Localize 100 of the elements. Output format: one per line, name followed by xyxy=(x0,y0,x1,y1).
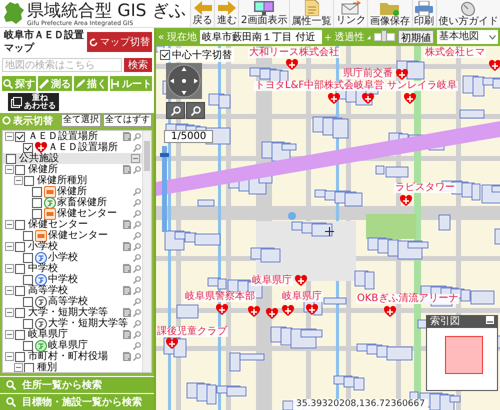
search-icon[interactable] xyxy=(133,308,141,316)
aed-marker-icon[interactable] xyxy=(362,93,374,105)
document-icon[interactable] xyxy=(123,352,131,361)
search-icon[interactable] xyxy=(133,254,141,262)
aed-marker-icon[interactable] xyxy=(404,93,416,105)
collapse-toggle[interactable] xyxy=(14,176,23,185)
zoom-slider[interactable] xyxy=(162,146,167,232)
toolbar-button[interactable]: 使い方ガイド xyxy=(436,0,500,27)
checkbox[interactable] xyxy=(6,154,16,164)
search-icon[interactable] xyxy=(133,132,141,140)
location-field[interactable]: 岐阜市藪田南１丁目 付近 xyxy=(200,30,322,44)
search-icon[interactable] xyxy=(133,210,141,218)
overlay-button[interactable]: 重ね あわせる xyxy=(8,93,59,111)
aed-marker-icon[interactable] xyxy=(489,60,500,72)
collapse-toggle[interactable] xyxy=(5,242,14,251)
checkbox[interactable] xyxy=(15,286,25,296)
search-icon[interactable] xyxy=(133,220,141,228)
collapse-toggle[interactable] xyxy=(5,308,14,317)
checkbox[interactable] xyxy=(160,50,170,60)
document-icon[interactable] xyxy=(123,132,131,141)
document-icon[interactable] xyxy=(123,286,131,295)
checkbox[interactable] xyxy=(15,264,25,274)
aed-marker-icon[interactable] xyxy=(166,338,178,350)
aed-marker-icon[interactable] xyxy=(400,195,412,207)
scrollbar[interactable] xyxy=(142,131,151,372)
document-icon[interactable] xyxy=(123,264,131,273)
search-icon[interactable] xyxy=(133,198,141,206)
document-icon[interactable] xyxy=(123,330,131,339)
checkbox[interactable] xyxy=(23,296,33,306)
document-icon[interactable] xyxy=(123,242,131,251)
zoom-out-icon[interactable] xyxy=(186,102,205,119)
search-button[interactable]: 検索 xyxy=(124,58,152,72)
search-field[interactable]: 地図の検索はこちら xyxy=(2,58,122,72)
collapse-toggle[interactable] xyxy=(131,154,140,163)
search-icon[interactable] xyxy=(133,232,141,240)
checkbox[interactable] xyxy=(32,208,42,218)
aed-marker-icon[interactable] xyxy=(282,305,294,317)
search-icon[interactable] xyxy=(133,352,141,360)
search-icon[interactable] xyxy=(133,298,141,306)
checkbox[interactable] xyxy=(15,242,25,252)
minimize-icon[interactable] xyxy=(486,316,494,324)
checkbox[interactable] xyxy=(23,252,33,262)
aed-marker-icon[interactable] xyxy=(306,304,318,316)
toolbar-button[interactable]: 戻る xyxy=(190,0,214,27)
aed-marker-icon[interactable] xyxy=(248,306,260,318)
search-icon[interactable] xyxy=(133,286,141,294)
checkbox[interactable] xyxy=(15,308,25,318)
select-all-button[interactable]: 全て選択 xyxy=(61,114,101,127)
checkbox[interactable] xyxy=(32,198,42,208)
collapse-toggle[interactable] xyxy=(5,132,14,141)
checkbox[interactable] xyxy=(15,164,25,174)
base-map-select[interactable]: 基本地図 xyxy=(437,30,498,44)
checkbox[interactable] xyxy=(23,274,33,284)
search-icon[interactable] xyxy=(133,342,141,350)
toolbar-button[interactable]: 2画面表示 xyxy=(238,0,289,27)
search-icon[interactable] xyxy=(133,144,141,152)
document-icon[interactable] xyxy=(123,165,131,174)
checkbox[interactable] xyxy=(15,132,25,142)
zoom-in-icon[interactable] xyxy=(166,102,185,119)
pan-control-icon[interactable] xyxy=(166,63,202,99)
collapse-toggle[interactable] xyxy=(14,363,23,372)
clear-all-button[interactable]: 全てはずす xyxy=(103,114,152,127)
search-icon[interactable] xyxy=(133,330,141,338)
toolbar-button[interactable]: 進む xyxy=(214,0,238,27)
checkbox[interactable] xyxy=(23,340,33,350)
document-icon[interactable] xyxy=(123,308,131,317)
toolbar-button[interactable]: 印刷 xyxy=(412,0,436,27)
document-icon[interactable] xyxy=(123,220,131,229)
aed-marker-icon[interactable] xyxy=(328,93,340,105)
collapse-toggle[interactable] xyxy=(5,352,14,361)
checkbox[interactable] xyxy=(23,142,33,152)
collapse-toggle[interactable] xyxy=(5,286,14,295)
aed-marker-icon[interactable] xyxy=(216,304,228,316)
checkbox[interactable] xyxy=(23,230,33,240)
aed-marker-icon[interactable] xyxy=(266,308,278,320)
collapse-toggle[interactable] xyxy=(5,264,14,273)
toolbar-button[interactable]: リンク xyxy=(333,0,368,27)
collapse-toggle[interactable] xyxy=(5,330,14,339)
aed-marker-icon[interactable] xyxy=(396,69,408,81)
search-icon[interactable] xyxy=(133,242,141,250)
search-icon[interactable] xyxy=(133,166,141,174)
crosshair-icon[interactable] xyxy=(325,32,332,42)
checkbox[interactable] xyxy=(23,318,33,328)
checkbox[interactable] xyxy=(32,186,42,196)
opacity-slider[interactable] xyxy=(374,33,395,41)
checkbox[interactable] xyxy=(24,176,34,186)
collapse-toggle[interactable] xyxy=(5,220,14,229)
collapse-toggle[interactable] xyxy=(5,165,14,174)
aed-marker-icon[interactable] xyxy=(384,306,396,318)
checkbox[interactable] xyxy=(15,352,25,362)
map-switch-button[interactable]: マップ切替 xyxy=(87,32,152,52)
search-icon[interactable] xyxy=(133,276,141,284)
reset-button[interactable]: 初期値 xyxy=(398,30,434,44)
checkbox[interactable] xyxy=(24,362,34,372)
aed-marker-icon[interactable] xyxy=(286,59,298,71)
toolbar-button[interactable]: 画像保存 xyxy=(367,0,412,27)
checkbox[interactable] xyxy=(15,220,25,230)
search-icon[interactable] xyxy=(133,188,141,196)
aed-marker-icon[interactable] xyxy=(295,275,307,287)
search-icon[interactable] xyxy=(133,264,141,272)
